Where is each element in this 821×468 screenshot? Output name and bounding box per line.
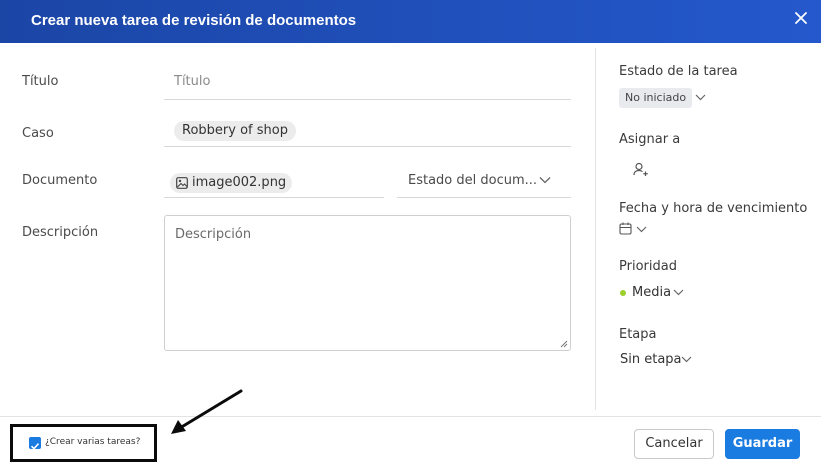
chevron-down-icon[interactable] (695, 94, 706, 101)
stage-label: Etapa (619, 327, 657, 342)
panel-divider (595, 48, 596, 410)
annotation-arrow-icon (171, 389, 243, 434)
title-label: Título (22, 74, 59, 89)
title-input[interactable]: Título (174, 74, 210, 89)
assign-label: Asignar a (619, 132, 681, 147)
case-input-underline (164, 146, 571, 147)
stage-select[interactable]: Sin etapa (620, 352, 682, 367)
description-placeholder: Descripción (175, 227, 252, 242)
checkmark-icon (30, 443, 40, 450)
case-label: Caso (22, 126, 54, 141)
document-status-underline (397, 197, 571, 198)
multi-task-checkbox[interactable] (29, 437, 41, 450)
multi-task-label: ¿Crear varias tareas? (45, 437, 141, 447)
priority-dot (620, 290, 626, 296)
calendar-icon[interactable] (619, 222, 632, 235)
dialog-header: Crear nueva tarea de revisión de documen… (0, 0, 821, 43)
chevron-down-icon[interactable] (539, 176, 551, 184)
priority-label: Prioridad (619, 259, 677, 274)
case-chip[interactable]: Robbery of shop (174, 121, 296, 141)
chevron-down-icon[interactable] (673, 289, 684, 296)
document-chip[interactable]: image002.png (170, 173, 293, 193)
save-button[interactable]: Guardar (725, 429, 800, 459)
title-input-underline (164, 99, 571, 100)
document-input-underline (164, 197, 384, 198)
dialog-title: Crear nueva tarea de revisión de documen… (31, 12, 357, 29)
footer-divider (0, 416, 821, 417)
priority-select[interactable]: Media (632, 285, 671, 300)
document-label: Documento (22, 173, 98, 188)
description-label: Descripción (22, 225, 99, 240)
image-icon (176, 177, 188, 189)
close-icon[interactable] (793, 10, 809, 26)
chevron-down-icon[interactable] (636, 226, 647, 233)
status-label: Estado de la tarea (619, 64, 738, 79)
add-user-icon[interactable] (633, 162, 649, 177)
document-filename: image002.png (192, 175, 287, 190)
cancel-button[interactable]: Cancelar (634, 429, 714, 459)
document-status-select[interactable]: Estado del docum... (408, 173, 537, 188)
resize-grip-icon[interactable] (560, 340, 568, 348)
description-textarea[interactable]: Descripción (164, 215, 571, 351)
chevron-down-icon[interactable] (681, 356, 692, 363)
status-select[interactable]: No iniciado (619, 88, 693, 108)
due-date-label: Fecha y hora de vencimiento (619, 201, 808, 216)
